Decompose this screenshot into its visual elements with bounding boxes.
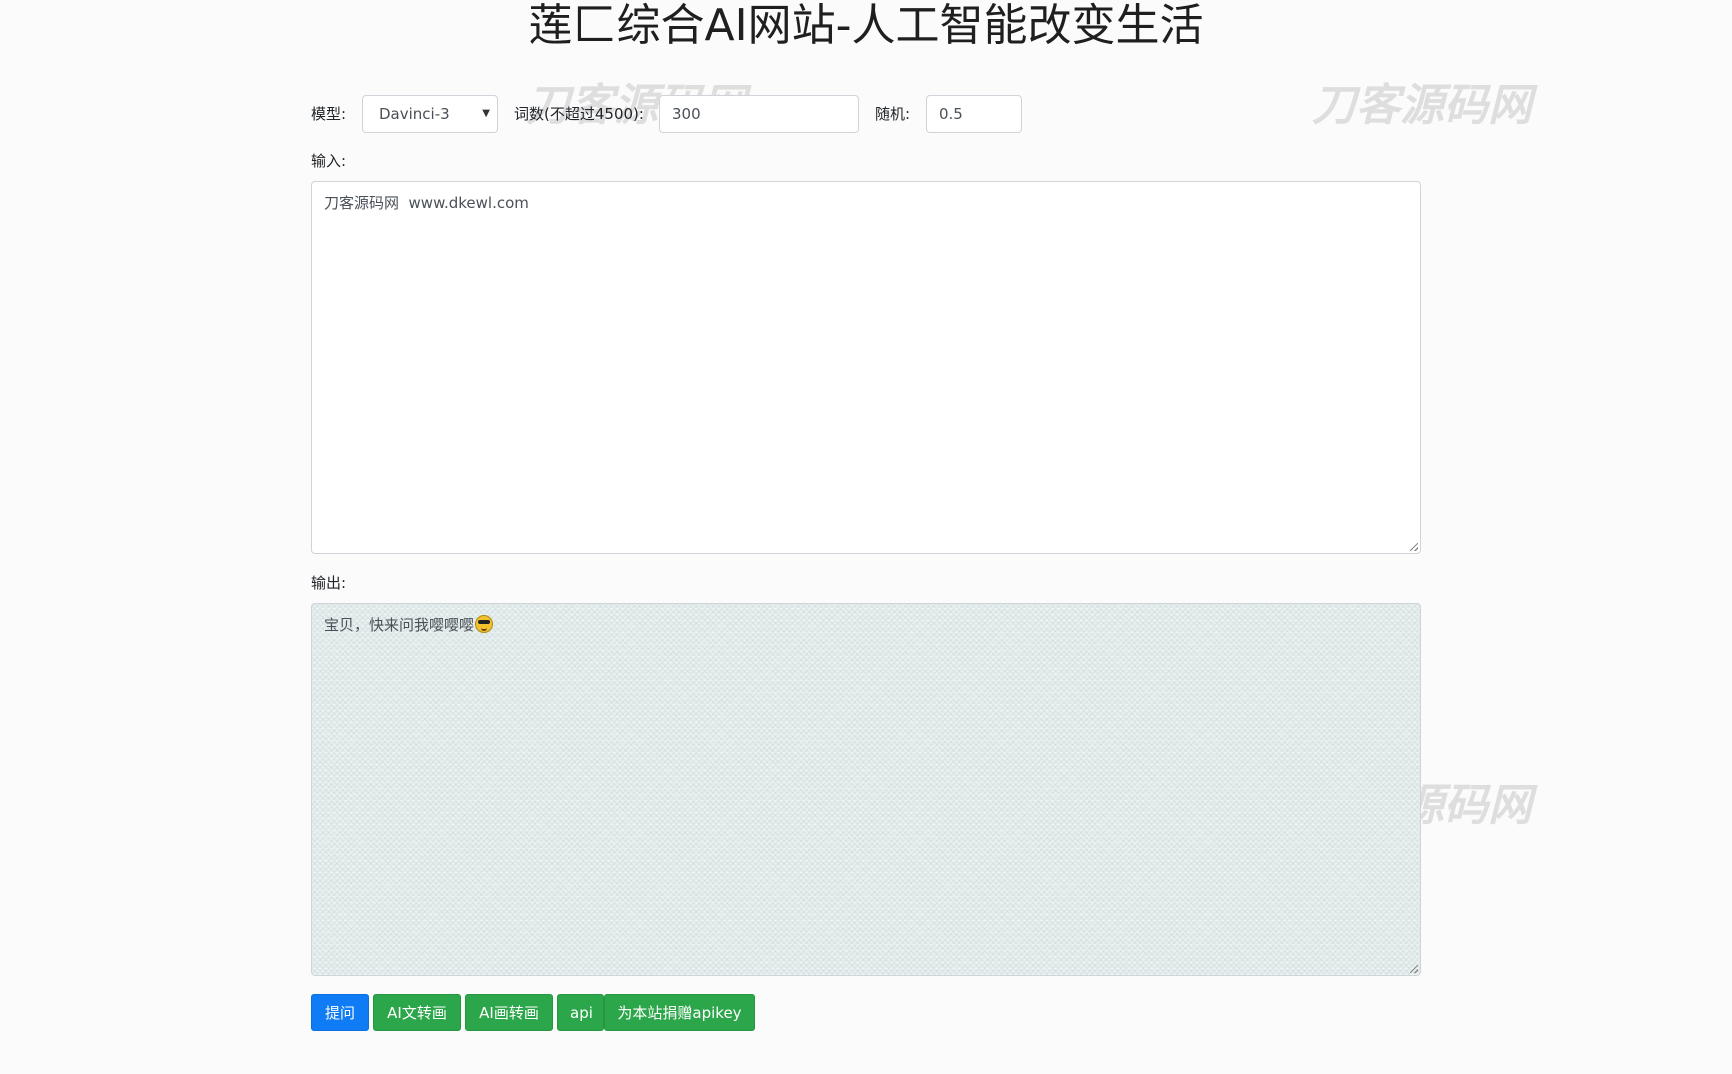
output-label: 输出: (311, 574, 347, 592)
caret-down-icon: ▼ (482, 108, 490, 119)
output-textarea[interactable]: 宝贝，快来问我嘤嘤嘤 (311, 603, 1421, 976)
api-button[interactable]: api (557, 994, 604, 1031)
model-select-value: Davinci-3 (379, 105, 450, 123)
image-to-image-button[interactable]: AI画转画 (465, 994, 553, 1031)
watermark: 刀客源码网 (1312, 80, 1532, 131)
tokens-input[interactable]: 300 (659, 95, 859, 133)
random-label: 随机: (875, 105, 911, 123)
model-select[interactable]: Davinci-3 ▼ (362, 95, 498, 133)
input-text: 刀客源码网 www.dkewl.com (324, 194, 529, 212)
tokens-label: 词数(不超过4500): (514, 105, 644, 123)
input-textarea[interactable]: 刀客源码网 www.dkewl.com (311, 181, 1421, 554)
resize-handle-icon[interactable] (1410, 543, 1418, 551)
input-label: 输入: (311, 152, 347, 170)
sunglasses-face-icon (475, 615, 494, 633)
donate-apikey-button[interactable]: 为本站捐赠apikey (604, 994, 755, 1031)
resize-handle-icon[interactable] (1410, 965, 1418, 973)
ask-button[interactable]: 提问 (311, 994, 369, 1031)
output-text: 宝贝，快来问我嘤嘤嘤 (324, 616, 475, 634)
text-to-image-button[interactable]: AI文转画 (373, 994, 461, 1031)
model-label: 模型: (311, 105, 347, 123)
page-title: 莲匚综合AI网站-人工智能改变生活 (528, 0, 1204, 51)
random-input[interactable]: 0.5 (926, 95, 1022, 133)
